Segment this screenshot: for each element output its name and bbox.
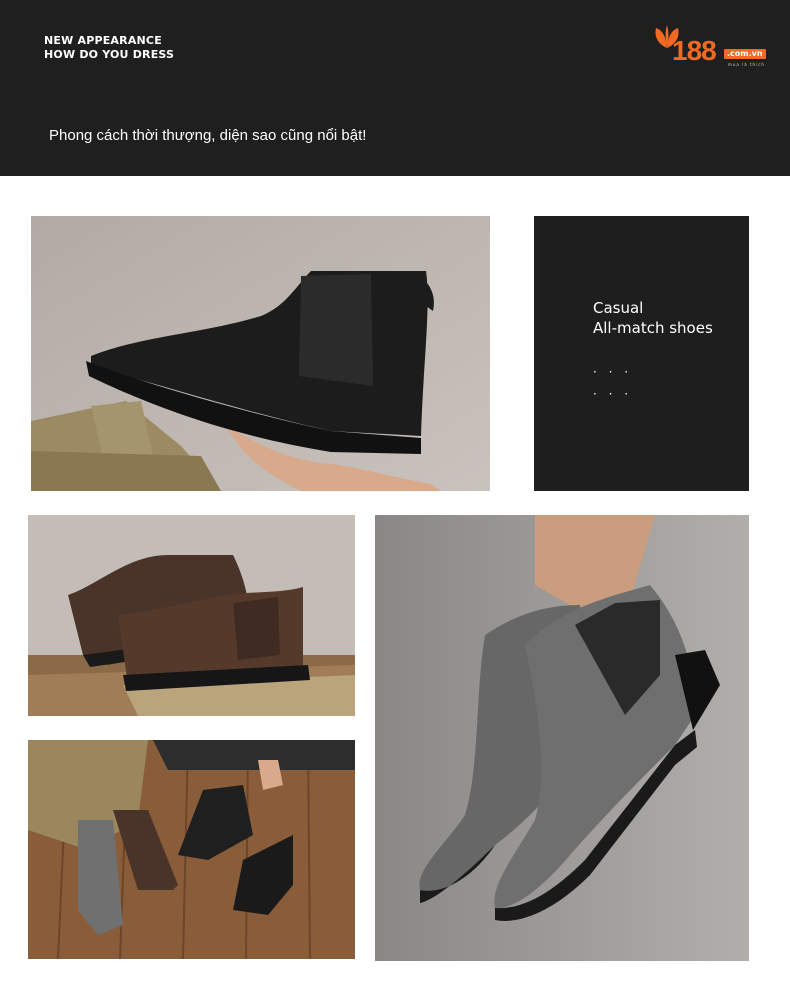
- banner-title-line1: NEW APPEARANCE: [44, 34, 162, 47]
- logo-domain: .com.vn: [724, 49, 766, 59]
- card-title-line1: Casual: [593, 299, 644, 317]
- logo-number: 188: [672, 35, 717, 66]
- card-dots-top: · · ·: [593, 365, 633, 379]
- photo-brown-boots: [28, 515, 355, 716]
- banner-tagline: Phong cách thời thượng, diện sao cũng nổ…: [49, 127, 367, 144]
- card-title-line2: All-match shoes: [593, 319, 713, 337]
- logo-slogan: mua là thích: [728, 62, 765, 67]
- feature-card: Casual All-match shoes · · · · · ·: [534, 216, 749, 491]
- photo-boots-on-floor: [28, 740, 355, 959]
- brand-logo[interactable]: 188 .com.vn mua là thích: [652, 22, 772, 70]
- card-dots-bottom: · · ·: [593, 387, 633, 401]
- photo-grey-boots: [375, 515, 749, 961]
- photo-black-boot: [31, 216, 490, 491]
- top-banner: NEW APPEARANCE HOW DO YOU DRESS Phong cá…: [0, 0, 790, 176]
- banner-title-line2: HOW DO YOU DRESS: [44, 48, 175, 61]
